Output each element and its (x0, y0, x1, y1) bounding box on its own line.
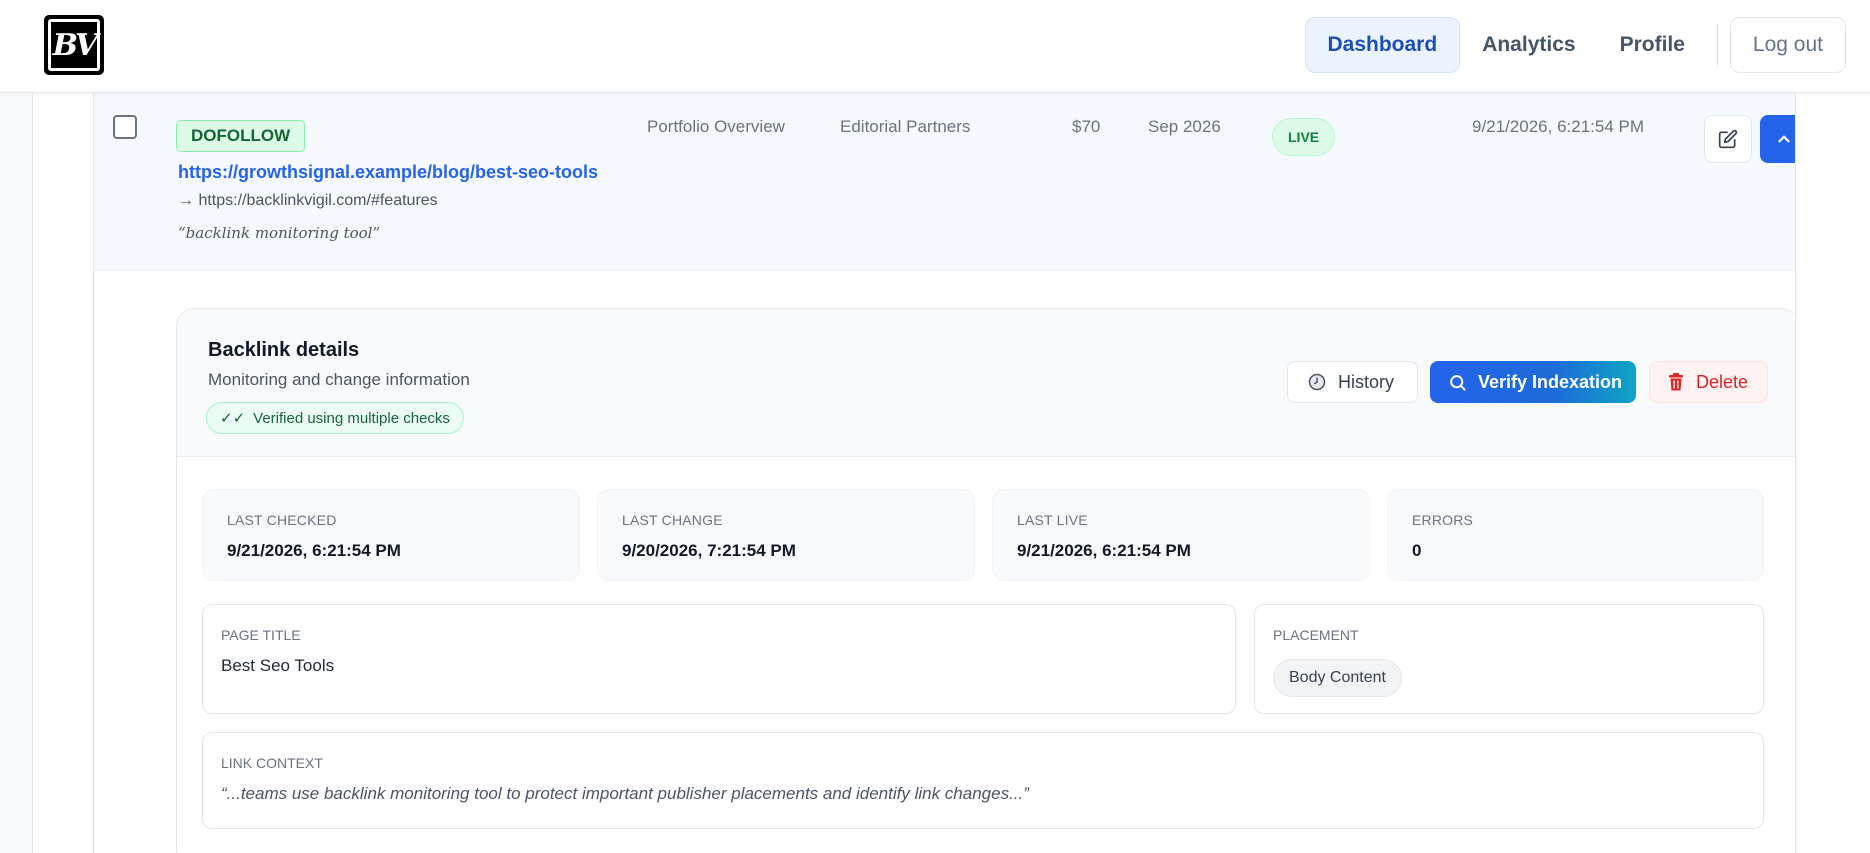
placement-pill: Body Content (1273, 659, 1402, 697)
top-navigation-bar: BV Dashboard Analytics Profile Log out (0, 0, 1870, 93)
verify-label: Verify Indexation (1478, 371, 1623, 392)
logo-text: BV (48, 19, 100, 71)
placement-box: PLACEMENT Body Content (1254, 604, 1764, 714)
stat-last-checked: LAST CHECKED 9/21/2026, 6:21:54 PM (202, 489, 580, 581)
backlink-details-panel: Backlink details Monitoring and change i… (176, 308, 1795, 853)
main-nav: Dashboard Analytics Profile Log out (1304, 17, 1846, 73)
anchor-text: “backlink monitoring tool” (178, 224, 381, 242)
chevron-up-icon (1778, 135, 1790, 143)
last-checked-cell: 9/21/2026, 6:21:54 PM (1472, 117, 1645, 136)
page-title-box: PAGE TITLE Best Seo Tools (202, 604, 1236, 714)
verified-label: Verified using multiple checks (253, 409, 450, 427)
link-context-text: “...teams use backlink monitoring tool t… (221, 784, 1029, 803)
stat-value: 9/20/2026, 7:21:54 PM (622, 541, 796, 560)
stat-label: ERRORS (1412, 512, 1474, 528)
stat-last-live: LAST LIVE 9/21/2026, 6:21:54 PM (992, 489, 1370, 581)
stat-last-change: LAST CHANGE 9/20/2026, 7:21:54 PM (597, 489, 975, 581)
nav-analytics[interactable]: Analytics (1460, 17, 1597, 73)
table-row[interactable]: DOFOLLOW https://growthsignal.example/bl… (94, 93, 1795, 271)
search-icon (1450, 374, 1466, 391)
nav-profile[interactable]: Profile (1598, 17, 1707, 73)
stat-label: LAST LIVE (1017, 512, 1088, 528)
trash-icon (1669, 373, 1683, 391)
project-cell: Portfolio Overview (647, 117, 785, 136)
page-title-label: PAGE TITLE (221, 627, 301, 643)
double-check-icon: ✓✓ (220, 410, 246, 427)
history-label: History (1338, 371, 1395, 392)
vendor-cell: Editorial Partners (840, 117, 971, 136)
placement-label: PLACEMENT (1273, 627, 1359, 643)
row-checkbox[interactable] (113, 115, 137, 139)
details-subtitle: Monitoring and change information (208, 370, 470, 389)
history-button[interactable]: History (1287, 361, 1418, 403)
status-badge: LIVE (1272, 118, 1336, 156)
link-context-label: LINK CONTEXT (221, 755, 323, 771)
collapse-row-button[interactable] (1760, 115, 1795, 163)
edit-icon (1718, 129, 1738, 149)
stat-label: LAST CHANGE (622, 512, 723, 528)
expiry-cell: Sep 2026 (1148, 117, 1221, 136)
source-url-link[interactable]: https://growthsignal.example/blog/best-s… (178, 162, 598, 183)
delete-label: Delete (1696, 371, 1749, 392)
stat-value: 0 (1412, 541, 1422, 560)
nav-divider (1716, 24, 1718, 66)
target-url: → https://backlinkvigil.com/#features (178, 192, 438, 209)
stat-errors: ERRORS 0 (1387, 489, 1764, 581)
stat-value: 9/21/2026, 6:21:54 PM (1017, 541, 1191, 560)
edit-button[interactable] (1704, 115, 1752, 163)
stat-value: 9/21/2026, 6:21:54 PM (227, 541, 401, 560)
verified-badge: ✓✓ Verified using multiple checks (206, 402, 464, 434)
nav-dashboard[interactable]: Dashboard (1304, 17, 1461, 73)
delete-button[interactable]: Delete (1649, 361, 1768, 403)
page-title-value: Best Seo Tools (221, 656, 335, 675)
backlinks-table: DOFOLLOW https://growthsignal.example/bl… (93, 93, 1796, 853)
price-cell: $70 (1072, 117, 1101, 136)
details-title: Backlink details (208, 339, 360, 361)
details-header: Backlink details Monitoring and change i… (177, 309, 1795, 457)
dofollow-badge: DOFOLLOW (176, 120, 306, 152)
logo[interactable]: BV (44, 15, 104, 75)
stat-label: LAST CHECKED (227, 512, 337, 528)
clock-icon (1308, 373, 1326, 391)
link-context-box: LINK CONTEXT “...teams use backlink moni… (202, 732, 1764, 829)
verify-indexation-button[interactable]: Verify Indexation (1430, 361, 1636, 403)
logout-button[interactable]: Log out (1729, 17, 1846, 73)
